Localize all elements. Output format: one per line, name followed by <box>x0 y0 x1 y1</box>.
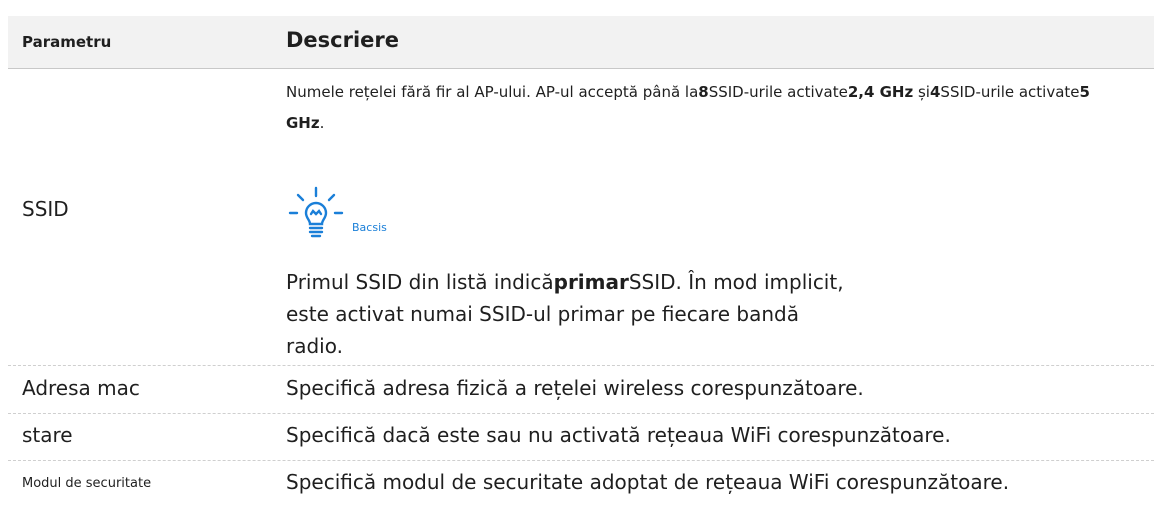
table-row-stare: stare Specifică dacă este sau nu activat… <box>8 413 1154 461</box>
table-row-security: Modul de securitate Specifică modul de s… <box>8 460 1154 506</box>
header-description: Descriere <box>286 28 400 52</box>
ssid-note: Primul SSID din listă indicăprimarSSID. … <box>286 270 844 358</box>
desc-ssid: Numele rețelei fără fir al AP-ului. AP-u… <box>286 83 1090 132</box>
table-header: Parametru Descriere <box>8 16 1154 69</box>
tip-label: Bacsis <box>352 221 387 234</box>
lightbulb-icon <box>288 186 344 238</box>
header-parameter: Parametru <box>22 33 112 51</box>
desc-stare: Specifică dacă este sau nu activată rețe… <box>286 423 951 447</box>
table-row-ssid: SSID Numele rețelei fără fir al AP-ului.… <box>8 69 1154 366</box>
desc-security: Specifică modul de securitate adoptat de… <box>286 470 1010 494</box>
param-mac: Adresa mac <box>22 376 140 400</box>
parameter-table: Parametru Descriere SSID Numele rețelei … <box>0 0 1164 512</box>
param-ssid: SSID <box>22 197 69 221</box>
param-stare: stare <box>22 423 73 447</box>
desc-mac: Specifică adresa fizică a rețelei wirele… <box>286 376 864 400</box>
tip-callout: Bacsis <box>284 185 404 245</box>
param-security: Modul de securitate <box>22 476 152 491</box>
table-row-mac: Adresa mac Specifică adresa fizică a reț… <box>8 365 1154 414</box>
